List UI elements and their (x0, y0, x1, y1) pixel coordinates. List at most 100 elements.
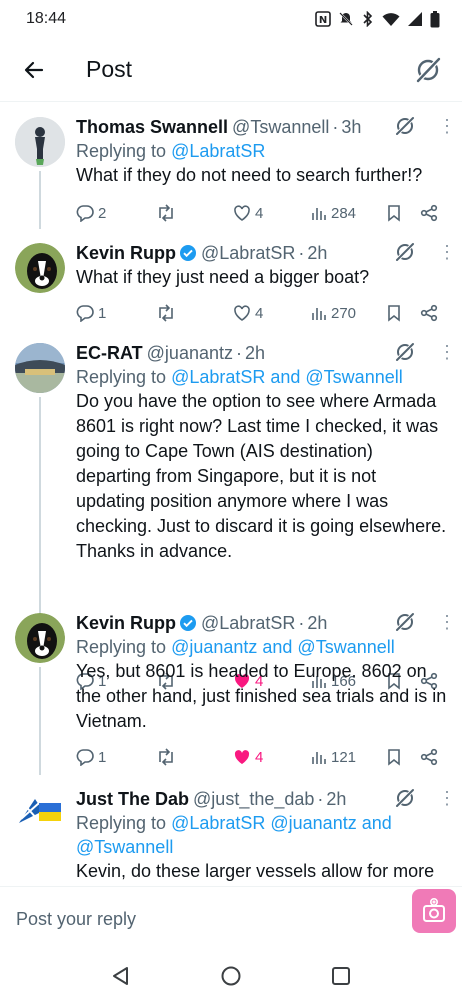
heart-filled-icon (234, 750, 250, 764)
top-bar: Post (0, 38, 462, 102)
replying-to-link[interactable]: @LabratSR and @Tswannell (171, 367, 403, 387)
reply-button[interactable]: 1 (76, 304, 106, 322)
nav-back-icon[interactable] (110, 965, 132, 987)
reply-content: Kevin Rupp @LabratSR · 2h ⋮ What if they… (76, 241, 456, 290)
reply-button[interactable]: 1 (76, 748, 106, 766)
replying-to-link[interactable]: @LabratSR (171, 141, 265, 161)
views-count: 270 (331, 304, 357, 322)
reply-content: EC-RAT @juanantz · 2h ⋮ Replying to @Lab… (76, 341, 456, 564)
reply-content: Thomas Swannell @Tswannell · 3h ⋮ Replyi… (76, 115, 456, 188)
timestamp[interactable]: 3h (341, 117, 361, 138)
reply-header: Kevin Rupp @LabratSR · 2h (76, 241, 448, 265)
author-handle[interactable]: @LabratSR (201, 243, 295, 264)
header-actions: ⋮ (394, 787, 456, 809)
separator: · (235, 342, 242, 363)
author-name[interactable]: Just The Dab (76, 789, 189, 810)
author-name[interactable]: Kevin Rupp (76, 613, 176, 634)
bookmark-button[interactable] (386, 748, 402, 766)
nav-home-icon[interactable] (220, 965, 242, 987)
replying-prefix: Replying to (76, 813, 172, 833)
author-name[interactable]: Thomas Swannell (76, 117, 228, 138)
like-button[interactable]: 4 (233, 748, 263, 766)
bookmark-button[interactable] (386, 304, 402, 322)
like-button[interactable]: 4 (233, 204, 263, 222)
share-icon (420, 304, 438, 322)
bookmark-button[interactable] (386, 204, 402, 222)
grok-icon (416, 57, 441, 83)
retweet-icon (159, 304, 173, 322)
add-photo-button[interactable] (412, 889, 456, 933)
reply-icon (76, 749, 94, 766)
nav-recents-icon[interactable] (330, 965, 352, 987)
author-name[interactable]: EC-RAT (76, 343, 143, 364)
back-arrow-icon (24, 61, 44, 78)
more-options-icon[interactable]: ⋮ (438, 343, 456, 361)
like-count: 4 (255, 748, 264, 766)
retweet-button[interactable] (156, 204, 180, 222)
replying-to: Replying to @LabratSR @juanantz and @Tsw… (76, 811, 448, 859)
more-options-icon[interactable]: ⋮ (438, 117, 456, 135)
separator: · (332, 116, 339, 137)
timestamp[interactable]: 2h (245, 343, 265, 364)
reply-button[interactable]: 2 (76, 204, 106, 222)
signal-icon (408, 12, 422, 26)
avatar[interactable] (15, 243, 65, 293)
reply-content: Kevin Rupp @LabratSR · 2h ⋮ Replying to … (76, 611, 456, 734)
avatar[interactable] (15, 613, 65, 663)
like-button[interactable]: 4 (233, 304, 263, 322)
status-bar: 18:44 N (0, 0, 462, 38)
views-button[interactable]: 270 (311, 304, 356, 322)
back-button[interactable] (14, 50, 54, 90)
more-options-icon[interactable]: ⋮ (438, 789, 456, 807)
separator: · (317, 788, 324, 809)
grok-icon[interactable] (394, 115, 416, 137)
avatar[interactable] (15, 343, 65, 393)
action-bar: 1 4 270 (76, 301, 446, 325)
reply-header: Kevin Rupp @LabratSR · 2h (76, 611, 448, 635)
reply-content: Just The Dab @just_the_dab · 2h ⋮ Replyi… (76, 787, 456, 884)
share-button[interactable] (420, 204, 438, 222)
reply-header: Thomas Swannell @Tswannell · 3h (76, 115, 448, 139)
more-options-icon[interactable]: ⋮ (438, 243, 456, 261)
share-button[interactable] (420, 748, 438, 766)
heart-icon (234, 205, 250, 221)
retweet-button[interactable] (156, 304, 180, 322)
action-bar: 1 4 121 (76, 745, 446, 769)
retweet-button[interactable] (156, 748, 180, 766)
views-icon (312, 308, 326, 320)
grok-icon[interactable] (394, 241, 416, 263)
status-time: 18:44 (26, 10, 67, 27)
grok-icon[interactable] (394, 787, 416, 809)
grok-button[interactable] (408, 50, 448, 90)
replying-to-link[interactable]: @juanantz and @Tswannell (171, 637, 395, 657)
author-handle[interactable]: @just_the_dab (193, 789, 314, 810)
views-button[interactable]: 284 (311, 204, 356, 222)
grok-icon[interactable] (394, 341, 416, 363)
grok-icon[interactable] (394, 611, 416, 633)
timestamp[interactable]: 2h (326, 789, 346, 810)
action-bar: 2 4 284 (76, 201, 446, 225)
reply-input[interactable]: Post your reply (16, 909, 136, 930)
timestamp[interactable]: 2h (307, 613, 327, 634)
compose-bar: Post your reply (0, 886, 462, 952)
author-handle[interactable]: @LabratSR (201, 613, 295, 634)
header-actions: ⋮ (394, 611, 456, 633)
system-nav-bar (0, 952, 462, 1000)
author-handle[interactable]: @juanantz (147, 343, 233, 364)
heart-icon (234, 305, 250, 321)
separator: · (298, 612, 305, 633)
thread-line (39, 171, 41, 229)
views-button[interactable]: 121 (311, 748, 356, 766)
author-handle[interactable]: @Tswannell (232, 117, 329, 138)
like-count: 4 (255, 204, 264, 222)
avatar[interactable] (15, 789, 65, 839)
author-name[interactable]: Kevin Rupp (76, 243, 176, 264)
replies-feed[interactable]: Thomas Swannell @Tswannell · 3h ⋮ Replyi… (0, 103, 462, 885)
share-button[interactable] (420, 304, 438, 322)
avatar[interactable] (15, 117, 65, 167)
more-options-icon[interactable]: ⋮ (438, 613, 456, 631)
timestamp[interactable]: 2h (307, 243, 327, 264)
reply-icon (76, 205, 94, 222)
battery-icon (430, 10, 440, 27)
views-count: 284 (331, 204, 357, 222)
